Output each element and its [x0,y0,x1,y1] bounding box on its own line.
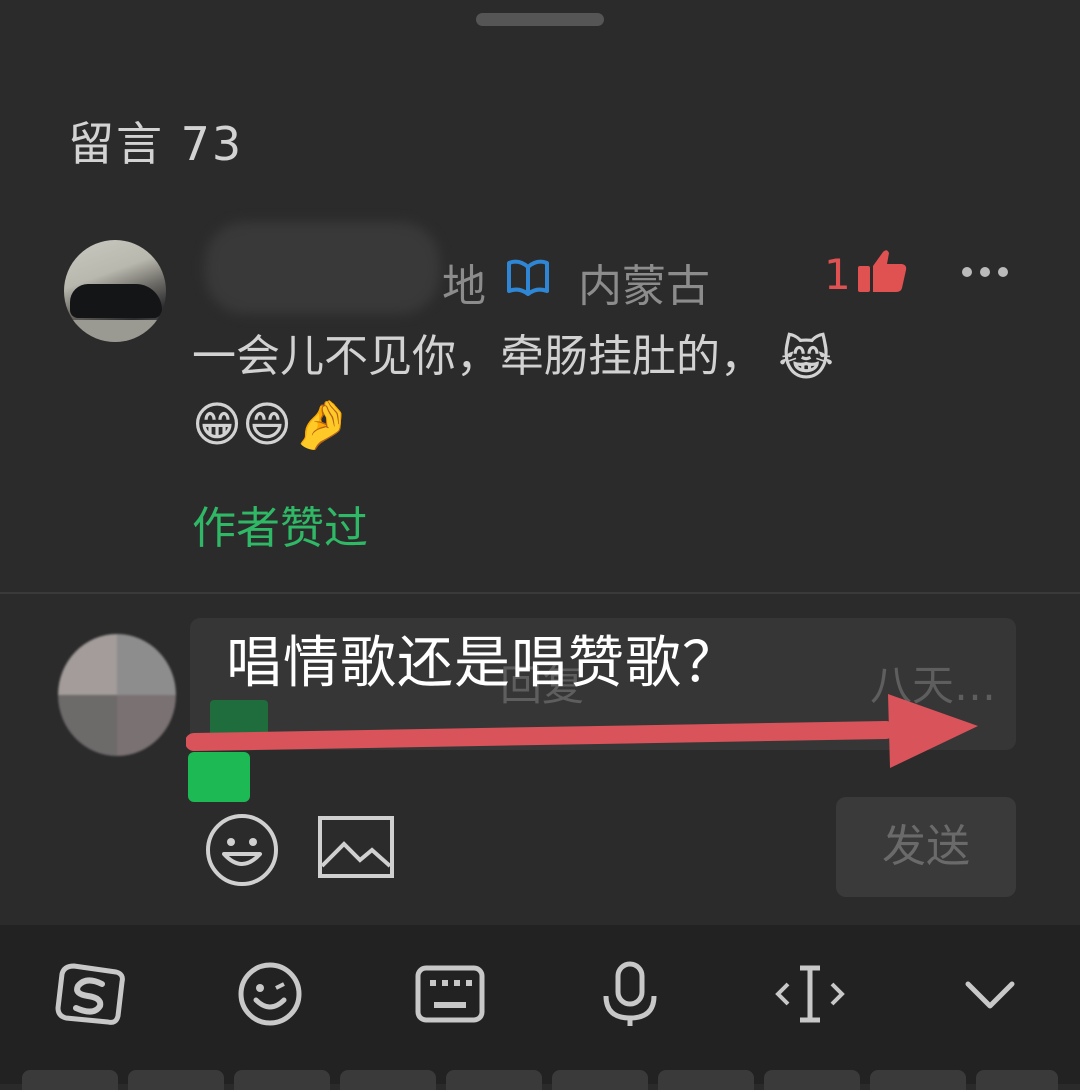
keyboard-key[interactable] [128,1070,224,1090]
laughing-tears-emoji: 😹 [778,331,835,387]
emoji-icon[interactable] [204,812,280,888]
avatar-car [70,284,162,318]
commenter-name-end[interactable]: 地 [442,250,486,314]
commenter-location: 内蒙古 [578,261,710,312]
author-liked-badge: 作者赞过 [192,503,368,554]
page-title: 留言 73 [68,117,244,171]
keyboard-key[interactable] [446,1070,542,1090]
overlay-caption: 唱情歌还是唱赞歌？ [226,631,739,696]
keyboard-key[interactable] [658,1070,754,1090]
drag-handle[interactable] [476,13,604,26]
comment-text: 一会儿不见你，牵肠挂肚的， 😹 😁😄🤌 [192,325,992,457]
red-arrow-annotation [186,694,978,768]
keyboard-key[interactable] [340,1070,436,1090]
name-redaction [205,222,440,314]
thumbs-up-icon[interactable] [856,248,908,294]
more-options-icon[interactable] [960,264,1010,280]
book-icon [507,259,549,296]
keyboard-icon[interactable] [412,960,488,1028]
my-avatar [58,634,176,756]
keyboard-key[interactable] [764,1070,860,1090]
image-icon[interactable] [318,816,394,878]
avatar-road [64,320,166,342]
keyboard-key[interactable] [22,1070,118,1090]
divider [0,592,1080,594]
cursor-move-icon[interactable] [772,960,848,1028]
keyboard-key[interactable] [870,1070,966,1090]
microphone-icon[interactable] [592,960,668,1028]
like-count: 1 [824,250,851,299]
collapse-icon[interactable] [952,960,1028,1028]
avatar[interactable] [64,240,166,342]
emoji-face-icon[interactable] [232,960,308,1028]
grinning-emojis: 😁😄🤌 [192,397,352,453]
keyboard-key[interactable] [552,1070,648,1090]
sogou-logo-icon[interactable] [52,960,128,1028]
keyboard-key[interactable] [976,1070,1058,1090]
send-button[interactable]: 发送 [836,797,1016,897]
keyboard-key[interactable] [234,1070,330,1090]
comment-body: 一会儿不见你，牵肠挂肚的， [192,331,764,382]
keyboard-toolbar [0,925,1080,1084]
